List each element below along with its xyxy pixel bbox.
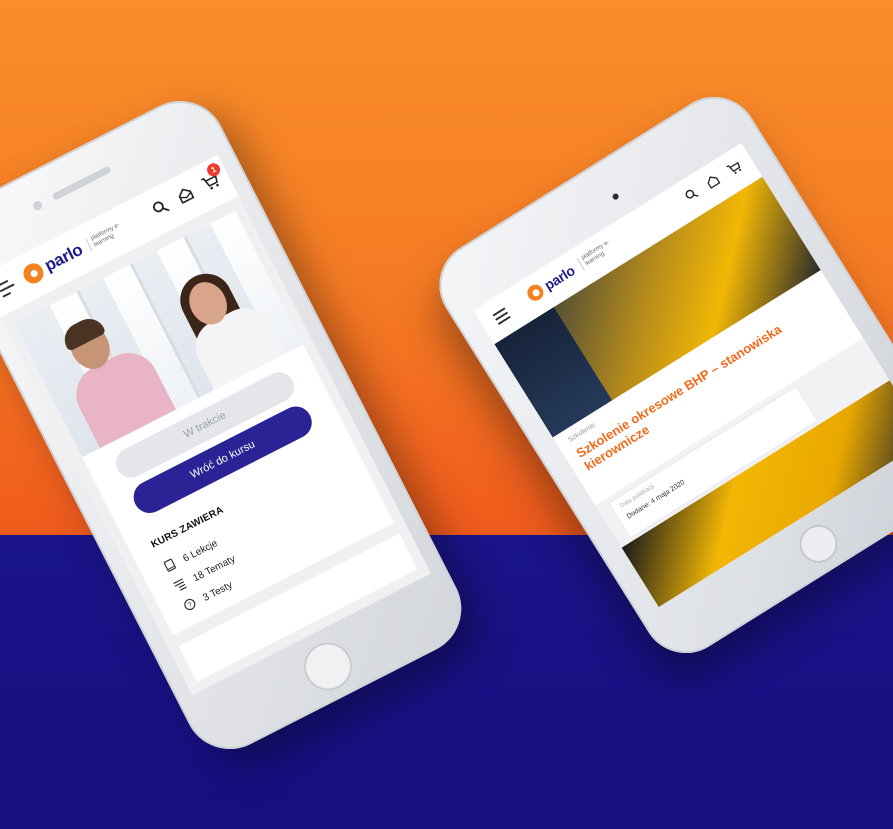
menu-icon[interactable]: [0, 278, 17, 298]
logo-mark-icon: [20, 259, 47, 287]
menu-icon[interactable]: [492, 307, 513, 327]
book-icon: [161, 557, 180, 576]
logo-mark-icon: [524, 281, 547, 304]
logo-text: parlo: [541, 262, 578, 294]
cart-icon[interactable]: [724, 159, 745, 180]
mail-icon[interactable]: [174, 184, 198, 208]
course-contents-list: 6 Lekcje 18 Tematy ? 3 Testy: [159, 529, 250, 619]
logo-tagline: platformy e-learning: [85, 218, 133, 252]
question-icon: ?: [181, 596, 200, 615]
logo-tagline: platformy e-learning: [576, 235, 622, 271]
logo-text: parlo: [41, 239, 86, 276]
cart-icon[interactable]: 1: [199, 161, 223, 195]
search-icon[interactable]: [682, 185, 703, 206]
list-icon: [171, 576, 190, 595]
search-icon[interactable]: [149, 196, 173, 220]
mail-icon[interactable]: [703, 172, 724, 193]
